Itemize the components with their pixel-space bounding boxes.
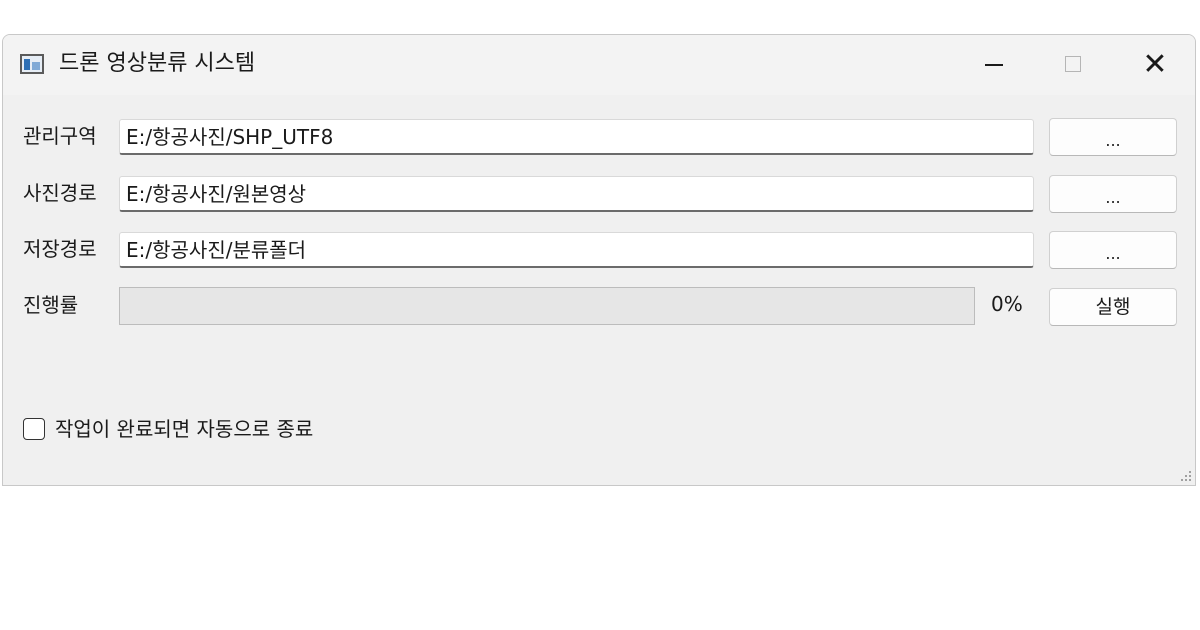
app-window: 드론 영상분류 시스템 ✕ 관리구역 ... 사진경로 ... 저장경로 ...… (2, 34, 1196, 486)
auto-close-label[interactable]: 작업이 완료되면 자동으로 종료 (55, 414, 313, 444)
run-button[interactable]: 실행 (1049, 288, 1177, 326)
close-icon: ✕ (1142, 47, 1168, 82)
auto-close-checkbox[interactable] (23, 418, 45, 440)
photo-path-input[interactable] (119, 176, 1034, 212)
resize-grip-icon[interactable] (1177, 467, 1191, 481)
area-browse-button[interactable]: ... (1049, 118, 1177, 156)
save-path-input[interactable] (119, 232, 1034, 268)
minimize-icon (985, 64, 1003, 66)
area-label: 관리구역 (23, 124, 97, 148)
area-path-input[interactable] (119, 119, 1034, 155)
photo-browse-button[interactable]: ... (1049, 175, 1177, 213)
progress-label: 진행률 (23, 293, 79, 317)
close-button[interactable]: ✕ (1115, 35, 1195, 95)
window-title: 드론 영상분류 시스템 (59, 51, 256, 76)
progress-percent-text: 0% (991, 292, 1023, 316)
minimize-button[interactable] (955, 35, 1035, 95)
save-browse-button[interactable]: ... (1049, 231, 1177, 269)
maximize-button[interactable] (1035, 35, 1115, 95)
app-window-icon (20, 54, 44, 74)
photo-path-label: 사진경로 (23, 181, 97, 205)
save-path-label: 저장경로 (23, 237, 97, 261)
progress-bar (119, 287, 975, 325)
maximize-icon (1065, 56, 1081, 72)
title-bar[interactable]: 드론 영상분류 시스템 ✕ (3, 35, 1195, 95)
